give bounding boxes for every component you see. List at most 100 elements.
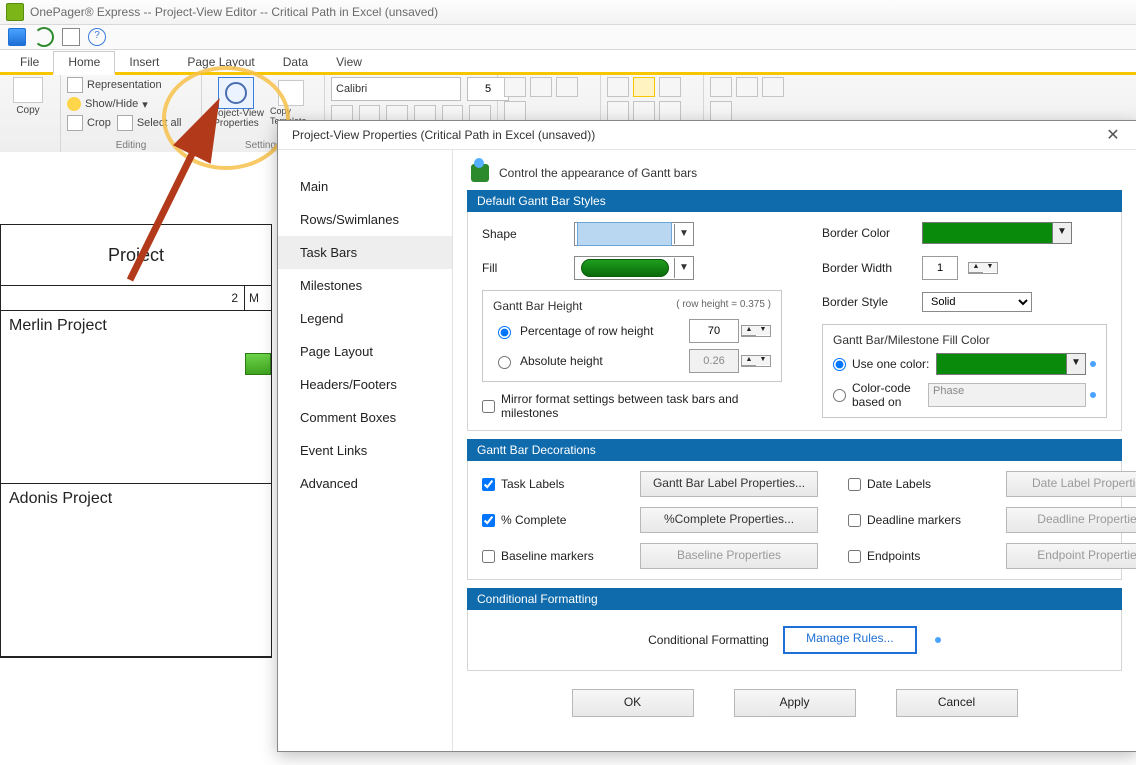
style-button[interactable] xyxy=(504,101,526,121)
spin-buttons[interactable]: ▲▼ xyxy=(968,262,998,274)
color-code-radio[interactable]: Color-code based on xyxy=(833,381,928,409)
date-labels-checkbox[interactable]: Date Labels xyxy=(848,477,998,491)
nav-task-bars[interactable]: Task Bars xyxy=(278,236,452,269)
gantt-bar-height-group: Gantt Bar Height ( row height = 0.375 ) … xyxy=(482,290,782,382)
conditional-formatting-label: Conditional Formatting xyxy=(648,633,769,647)
gbh-percentage-input[interactable] xyxy=(689,319,739,343)
gbh-hint: ( row height = 0.375 ) xyxy=(676,299,771,313)
dialog-footer: OK Apply Cancel xyxy=(467,679,1122,727)
menu-view[interactable]: View xyxy=(322,52,376,72)
border-style-label: Border Style xyxy=(822,295,912,309)
align-middle-button[interactable] xyxy=(633,101,655,121)
align-right-button[interactable] xyxy=(659,77,681,97)
select-all-button[interactable]: Select all xyxy=(117,115,182,131)
deadline-markers-checkbox[interactable]: Deadline markers xyxy=(848,513,998,527)
nav-main[interactable]: Main xyxy=(278,170,452,203)
nav-headers-footers[interactable]: Headers/Footers xyxy=(278,368,452,401)
refresh-icon[interactable] xyxy=(34,27,54,47)
representation-button[interactable]: Representation xyxy=(67,77,195,93)
nav-advanced[interactable]: Advanced xyxy=(278,467,452,500)
info-dot-icon xyxy=(1090,361,1096,367)
crop-icon xyxy=(67,115,83,131)
crop-button[interactable]: Crop xyxy=(67,115,111,131)
percent-complete-properties-button[interactable]: %Complete Properties... xyxy=(640,507,818,533)
gbh-absolute-radio[interactable]: Absolute height xyxy=(493,353,603,369)
crop-label: Crop xyxy=(87,117,111,129)
close-icon[interactable]: ✕ xyxy=(1098,125,1128,145)
endpoint-properties-button: Endpoint Properties... xyxy=(1006,543,1136,569)
fill-label: Fill xyxy=(482,261,556,275)
font-family-combo[interactable] xyxy=(331,77,461,101)
project-view-properties-button[interactable]: Project-View Properties xyxy=(208,77,264,129)
ok-button[interactable]: OK xyxy=(572,689,694,717)
manage-rules-button[interactable]: Manage Rules... xyxy=(783,626,917,654)
fill-combo[interactable]: ▼ xyxy=(574,256,694,280)
info-dot-icon xyxy=(935,637,941,643)
nav-legend[interactable]: Legend xyxy=(278,302,452,335)
text-d-button[interactable] xyxy=(710,101,732,121)
pane-header: Control the appearance of Gantt bars xyxy=(467,164,1122,182)
pane-header-icon xyxy=(471,164,489,182)
copy-icon xyxy=(13,77,43,103)
show-hide-label: Show/Hide xyxy=(85,98,138,110)
percent-complete-checkbox[interactable]: % Complete xyxy=(482,513,632,527)
nav-comment-boxes[interactable]: Comment Boxes xyxy=(278,401,452,434)
save-icon[interactable] xyxy=(8,28,26,46)
project-view-properties-dialog: Project-View Properties (Critical Path i… xyxy=(277,120,1136,752)
nav-rows-swimlanes[interactable]: Rows/Swimlanes xyxy=(278,203,452,236)
info-dot-icon xyxy=(1090,392,1096,398)
text-a-button[interactable] xyxy=(710,77,732,97)
gantt-bar-label-properties-button[interactable]: Gantt Bar Label Properties... xyxy=(640,471,818,497)
cancel-button[interactable]: Cancel xyxy=(896,689,1018,717)
menu-file[interactable]: File xyxy=(6,52,53,72)
menu-home[interactable]: Home xyxy=(53,51,115,75)
sheet: Project 2M Merlin Project Adonis Project xyxy=(0,224,272,658)
nav-milestones[interactable]: Milestones xyxy=(278,269,452,302)
menu-insert[interactable]: Insert xyxy=(115,52,173,72)
title-text: OnePager® Express -- Project-View Editor… xyxy=(30,5,438,19)
border-width-input[interactable] xyxy=(922,256,958,280)
text-c-button[interactable] xyxy=(762,77,784,97)
help-icon[interactable]: ? xyxy=(88,28,106,46)
apply-button[interactable]: Apply xyxy=(734,689,856,717)
gbh-absolute-input xyxy=(689,349,739,373)
representation-label: Representation xyxy=(87,79,162,91)
use-one-color-radio[interactable]: Use one color: xyxy=(833,357,929,371)
shape-button[interactable] xyxy=(556,77,578,97)
gbh-title: Gantt Bar Height xyxy=(493,299,582,313)
dialog-pane: Control the appearance of Gantt bars Def… xyxy=(453,150,1136,751)
menu-page-layout[interactable]: Page Layout xyxy=(173,52,268,72)
one-color-combo[interactable]: ▼ xyxy=(936,353,1086,375)
spin-buttons[interactable]: ▲▼ xyxy=(741,325,771,337)
border-style-select[interactable]: Solid xyxy=(922,292,1032,312)
new-doc-icon[interactable] xyxy=(62,28,80,46)
menu-data[interactable]: Data xyxy=(269,52,322,72)
align-top-button[interactable] xyxy=(607,101,629,121)
show-hide-button[interactable]: Show/Hide ▾ xyxy=(67,97,195,111)
align-left-button[interactable] xyxy=(607,77,629,97)
align-bottom-button[interactable] xyxy=(659,101,681,121)
border-color-label: Border Color xyxy=(822,226,912,240)
fill-color-group: Gantt Bar/Milestone Fill Color Use one c… xyxy=(822,324,1107,418)
text-b-button[interactable] xyxy=(736,77,758,97)
menubar: File Home Insert Page Layout Data View xyxy=(0,50,1136,75)
fill-button[interactable] xyxy=(504,77,526,97)
nav-page-layout[interactable]: Page Layout xyxy=(278,335,452,368)
shape-combo[interactable]: ▼ xyxy=(574,222,694,246)
copy-button[interactable]: Copy xyxy=(6,77,50,116)
border-color-combo[interactable]: ▼ xyxy=(922,222,1072,244)
border-width-label: Border Width xyxy=(822,261,912,275)
section-default-styles-title: Default Gantt Bar Styles xyxy=(467,190,1122,212)
baseline-markers-checkbox[interactable]: Baseline markers xyxy=(482,549,632,563)
border-button[interactable] xyxy=(530,77,552,97)
mirror-checkbox[interactable]: Mirror format settings between task bars… xyxy=(482,392,782,420)
nav-event-links[interactable]: Event Links xyxy=(278,434,452,467)
gbh-percentage-radio[interactable]: Percentage of row height xyxy=(493,323,653,339)
align-center-button[interactable] xyxy=(633,77,655,97)
endpoints-checkbox[interactable]: Endpoints xyxy=(848,549,998,563)
sheet-row-2: Adonis Project xyxy=(1,484,271,657)
task-labels-checkbox[interactable]: Task Labels xyxy=(482,477,632,491)
section-decorations-title: Gantt Bar Decorations xyxy=(467,439,1122,461)
section-conditional-formatting-title: Conditional Formatting xyxy=(467,588,1122,610)
phase-combo: Phase xyxy=(928,383,1086,407)
